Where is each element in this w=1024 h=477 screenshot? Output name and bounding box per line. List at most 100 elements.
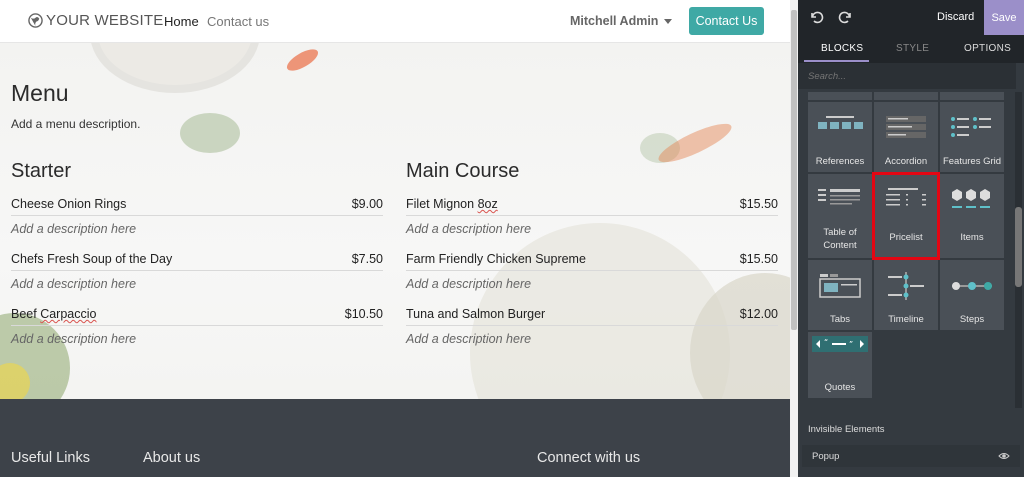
block-tile-steps[interactable]: Steps [940, 260, 1004, 330]
active-tab-indicator [804, 60, 869, 62]
block-label: Items [960, 232, 984, 243]
item-name: Tuna and Salmon Burger [406, 307, 546, 321]
eye-icon[interactable] [998, 451, 1010, 461]
block-label: Accordion [884, 156, 928, 167]
quotes-icon: “ ” [812, 336, 868, 352]
features-grid-icon [951, 117, 991, 137]
save-button[interactable]: Save [984, 0, 1024, 35]
block-label: Steps [959, 314, 985, 325]
main-course-list: Filet Mignon 8oz $15.50 Add a descriptio… [406, 193, 778, 358]
tabs-icon [819, 274, 861, 298]
spellcheck-word: Carpaccio [40, 307, 97, 321]
item-row: Beef Carpaccio $10.50 [11, 303, 383, 326]
list-item[interactable]: Farm Friendly Chicken Supreme $15.50 Add… [406, 248, 778, 303]
block-tile-timeline[interactable]: Timeline [874, 260, 938, 330]
block-tile-quotes[interactable]: “ ” Quotes [808, 332, 872, 398]
block-tile-features-grid[interactable]: Features Grid [940, 102, 1004, 172]
item-row: Chefs Fresh Soup of the Day $7.50 [11, 248, 383, 271]
item-price: $15.50 [739, 197, 778, 211]
item-price: $9.00 [351, 197, 383, 211]
globe-icon [28, 13, 43, 28]
item-name: Farm Friendly Chicken Supreme [406, 252, 586, 266]
footer-heading-connect[interactable]: Connect with us [537, 450, 640, 466]
page-scrollbar[interactable] [790, 0, 798, 477]
page-scrollbar-thumb[interactable] [791, 10, 797, 330]
block-label: Quotes [824, 382, 856, 393]
accordion-icon [886, 116, 926, 138]
item-price: $10.50 [344, 307, 383, 321]
block-label: Tabs [829, 314, 851, 325]
list-item[interactable]: Beef Carpaccio $10.50 Add a description … [11, 303, 383, 358]
block-label: Features Grid [942, 156, 1002, 167]
block-tile-partial[interactable] [940, 92, 1004, 100]
invisible-element-label: Popup [812, 451, 840, 462]
item-row: Tuna and Salmon Burger $12.00 [406, 303, 778, 326]
starter-list: Cheese Onion Rings $9.00 Add a descripti… [11, 193, 383, 358]
list-item[interactable]: Filet Mignon 8oz $15.50 Add a descriptio… [406, 193, 778, 248]
list-item[interactable]: Tuna and Salmon Burger $12.00 Add a desc… [406, 303, 778, 358]
blocks-scrollbar-thumb[interactable] [1015, 207, 1022, 287]
steps-icon [952, 282, 992, 290]
list-item[interactable]: Chefs Fresh Soup of the Day $7.50 Add a … [11, 248, 383, 303]
block-tile-pricelist[interactable]: Pricelist [872, 172, 940, 260]
chili-decoration [283, 45, 322, 75]
menu-description[interactable]: Add a menu description. [11, 117, 140, 131]
footer-heading-about-us[interactable]: About us [143, 450, 200, 466]
user-menu[interactable]: Mitchell Admin [570, 14, 673, 28]
list-item[interactable]: Cheese Onion Rings $9.00 Add a descripti… [11, 193, 383, 248]
caret-down-icon [664, 18, 673, 24]
editor-topbar: Discard Save [798, 0, 1024, 35]
starter-title[interactable]: Starter [11, 160, 71, 183]
block-tile-tabs[interactable]: Tabs [808, 260, 872, 330]
block-tile-partial[interactable] [808, 92, 872, 100]
blocks-scrollbar[interactable] [1015, 92, 1022, 408]
item-name: Chefs Fresh Soup of the Day [11, 252, 173, 266]
brand-logo[interactable]: YOUR WEBSITE [28, 12, 163, 29]
block-tile-references[interactable]: References [808, 102, 872, 172]
site-footer: Useful Links About us Connect with us [0, 399, 790, 477]
tab-blocks[interactable]: BLOCKS [821, 43, 863, 54]
block-tile-items[interactable]: Items [940, 174, 1004, 258]
timeline-icon [888, 272, 924, 300]
menu-title[interactable]: Menu [11, 80, 69, 107]
item-row: Filet Mignon 8oz $15.50 [406, 193, 778, 216]
redo-icon[interactable] [838, 9, 854, 25]
block-tile-partial[interactable] [874, 92, 938, 100]
bowl-decoration [90, 43, 260, 93]
pricelist-icon [886, 188, 926, 206]
tab-options[interactable]: OPTIONS [964, 43, 1011, 54]
block-tile-accordion[interactable]: Accordion [874, 102, 938, 172]
user-name: Mitchell Admin [570, 14, 659, 28]
item-description: Add a description here [406, 277, 532, 291]
block-label: Timeline [888, 314, 924, 325]
brand-name: YOUR WEBSITE [46, 12, 164, 29]
svg-text:”: ” [849, 340, 853, 349]
contact-us-button[interactable]: Contact Us [689, 7, 764, 35]
editor-tabs: BLOCKS STYLE OPTIONS [798, 35, 1024, 63]
block-tile-table-of-content[interactable]: Table of Content [808, 174, 872, 258]
spellcheck-word: 8oz [477, 197, 498, 211]
item-description: Add a description here [11, 332, 137, 346]
editor-panel: Discard Save BLOCKS STYLE OPTIONS Refere… [798, 0, 1024, 477]
item-description: Add a description here [11, 222, 137, 236]
item-description: Add a description here [11, 277, 137, 291]
tab-style[interactable]: STYLE [896, 43, 929, 54]
item-description: Add a description here [406, 222, 532, 236]
svg-text:“: “ [824, 338, 828, 347]
undo-icon[interactable] [808, 9, 824, 25]
blocks-search-input[interactable] [798, 63, 1016, 89]
item-name: Filet Mignon 8oz [406, 197, 498, 211]
nav-link-contact[interactable]: Contact us [207, 14, 269, 29]
footer-heading-useful-links[interactable]: Useful Links [11, 450, 90, 466]
references-icon [818, 116, 863, 129]
top-navbar: YOUR WEBSITE Home Contact us Mitchell Ad… [0, 0, 790, 43]
item-price: $15.50 [739, 252, 778, 266]
main-course-title[interactable]: Main Course [406, 160, 519, 183]
block-label: Pricelist [889, 232, 923, 243]
website-preview: YOUR WEBSITE Home Contact us Mitchell Ad… [0, 0, 790, 477]
block-label: Table of Content [823, 227, 857, 251]
discard-button[interactable]: Discard [937, 11, 974, 23]
item-row: Farm Friendly Chicken Supreme $15.50 [406, 248, 778, 271]
nav-link-home[interactable]: Home [164, 14, 199, 29]
invisible-element-popup[interactable]: Popup [802, 445, 1020, 467]
